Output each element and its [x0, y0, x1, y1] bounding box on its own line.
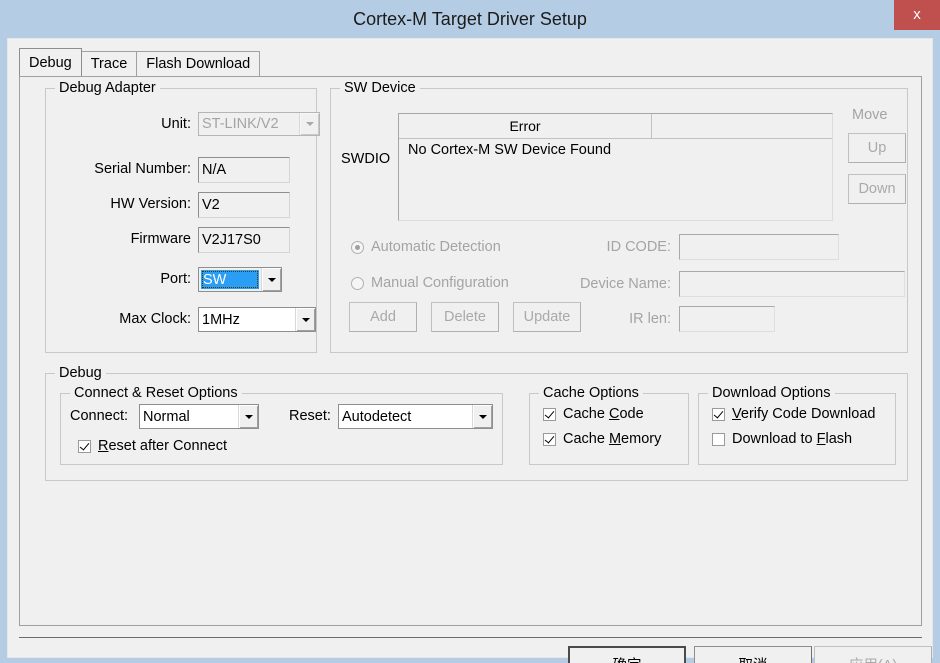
max-clock-label: Max Clock: — [119, 311, 191, 327]
group-debug-adapter-legend: Debug Adapter — [55, 80, 160, 96]
sw-device-list-header: Error — [399, 114, 832, 139]
group-debug-adapter: Debug Adapter Unit: ST-LINK/V2 Serial Nu… — [45, 80, 320, 353]
chevron-down-icon[interactable] — [472, 405, 492, 428]
max-clock-combo-value: 1MHz — [199, 308, 295, 331]
manual-configuration-radio[interactable]: Manual Configuration — [351, 275, 509, 291]
dialog-window: Cortex-M Target Driver Setup x Debug Tra… — [0, 0, 940, 663]
automatic-detection-label: Automatic Detection — [371, 239, 501, 255]
tab-debug[interactable]: Debug — [19, 48, 82, 76]
unit-combo-value: ST-LINK/V2 — [199, 113, 299, 135]
checkbox-indicator — [543, 407, 556, 421]
chevron-down-icon[interactable] — [299, 113, 319, 135]
group-sw-device: SW Device SWDIO Error No Cortex-M SW Dev… — [330, 80, 908, 353]
connect-combo[interactable]: Normal — [139, 404, 259, 429]
tab-flash-download[interactable]: Flash Download — [136, 51, 261, 76]
id-code-field[interactable] — [679, 234, 839, 260]
chevron-down-icon[interactable] — [238, 405, 258, 428]
column-header-error[interactable]: Error — [399, 114, 652, 138]
ir-len-label: IR len: — [629, 311, 671, 327]
group-connect-reset-legend: Connect & Reset Options — [70, 385, 242, 401]
chevron-down-icon[interactable] — [261, 268, 281, 291]
download-to-flash-label: Download to Flash — [732, 431, 853, 447]
cancel-button[interactable]: 取消 — [694, 646, 812, 663]
group-connect-reset-options: Connect & Reset Options Connect: Normal … — [60, 385, 503, 465]
automatic-detection-radio[interactable]: Automatic Detection — [351, 239, 501, 255]
checkbox-indicator — [78, 439, 91, 453]
radio-indicator — [351, 276, 364, 290]
checkbox-indicator — [712, 432, 725, 446]
download-to-flash-checkbox[interactable]: Download to Flash — [712, 431, 852, 447]
port-combo-value: SW — [201, 270, 259, 289]
device-name-label: Device Name: — [579, 276, 671, 292]
group-debug-legend: Debug — [55, 365, 106, 381]
tab-panel-debug: Debug Adapter Unit: ST-LINK/V2 Serial Nu… — [19, 76, 922, 626]
manual-configuration-label: Manual Configuration — [371, 275, 509, 291]
serial-number-label: Serial Number: — [94, 161, 191, 177]
reset-after-connect-checkbox[interactable]: Reset after Connect — [78, 438, 227, 454]
verify-code-download-label: Verify Code Download — [732, 406, 876, 422]
swdio-label: SWDIO — [341, 151, 391, 167]
cache-code-checkbox[interactable]: Cache Code — [543, 406, 644, 422]
reset-combo[interactable]: Autodetect — [338, 404, 493, 429]
chevron-down-icon[interactable] — [295, 308, 315, 331]
cache-memory-label: Cache Memory — [563, 431, 662, 447]
delete-button[interactable]: Delete — [431, 302, 499, 332]
group-cache-options: Cache Options Cache Code Cache Memory — [529, 385, 689, 465]
hw-version-label: HW Version: — [110, 196, 191, 212]
group-download-options-legend: Download Options — [708, 385, 835, 401]
serial-number-field[interactable]: N/A — [198, 157, 290, 183]
id-code-label: ID CODE: — [606, 239, 671, 255]
dialog-client-area: Debug Trace Flash Download Debug Adapter… — [7, 38, 934, 663]
ok-button[interactable]: 确定 — [568, 646, 686, 663]
footer-button-bar: 确定 取消 应用(A) — [8, 637, 934, 663]
table-row[interactable]: No Cortex-M SW Device Found — [399, 139, 832, 158]
sw-device-list[interactable]: Error No Cortex-M SW Device Found — [398, 113, 833, 221]
reset-label: Reset: — [289, 408, 331, 424]
verify-code-download-checkbox[interactable]: Verify Code Download — [712, 406, 875, 422]
max-clock-combo[interactable]: 1MHz — [198, 307, 316, 332]
reset-after-connect-label: Reset after Connect — [98, 438, 227, 454]
device-name-field[interactable] — [679, 271, 905, 297]
title-bar: Cortex-M Target Driver Setup x — [0, 0, 940, 38]
group-debug: Debug Connect & Reset Options Connect: N… — [45, 365, 908, 481]
firmware-field[interactable]: V2J17S0 — [198, 227, 290, 253]
add-button[interactable]: Add — [349, 302, 417, 332]
cache-memory-checkbox[interactable]: Cache Memory — [543, 431, 661, 447]
hw-version-field[interactable]: V2 — [198, 192, 290, 218]
ir-len-field[interactable] — [679, 306, 775, 332]
radio-indicator — [351, 240, 364, 254]
group-download-options: Download Options Verify Code Download Do… — [698, 385, 896, 465]
move-up-button[interactable]: Up — [848, 133, 906, 163]
reset-combo-value: Autodetect — [339, 405, 472, 428]
connect-label: Connect: — [70, 408, 129, 424]
port-combo[interactable]: SW — [198, 267, 282, 292]
apply-button[interactable]: 应用(A) — [814, 646, 932, 663]
group-sw-device-legend: SW Device — [340, 80, 420, 96]
column-header-blank[interactable] — [652, 114, 832, 138]
unit-combo[interactable]: ST-LINK/V2 — [198, 112, 320, 136]
tab-strip: Debug Trace Flash Download — [19, 48, 261, 76]
checkbox-indicator — [712, 407, 725, 421]
tab-trace[interactable]: Trace — [80, 51, 138, 76]
port-label: Port: — [160, 271, 191, 287]
connect-combo-value: Normal — [140, 405, 238, 428]
move-down-button[interactable]: Down — [848, 174, 906, 204]
checkbox-indicator — [543, 432, 556, 446]
close-icon[interactable]: x — [894, 0, 940, 30]
window-title: Cortex-M Target Driver Setup — [353, 9, 587, 29]
cache-code-label: Cache Code — [563, 406, 644, 422]
unit-label: Unit: — [161, 116, 191, 132]
move-label: Move — [852, 107, 888, 123]
group-cache-options-legend: Cache Options — [539, 385, 643, 401]
firmware-label: Firmware — [130, 231, 191, 247]
